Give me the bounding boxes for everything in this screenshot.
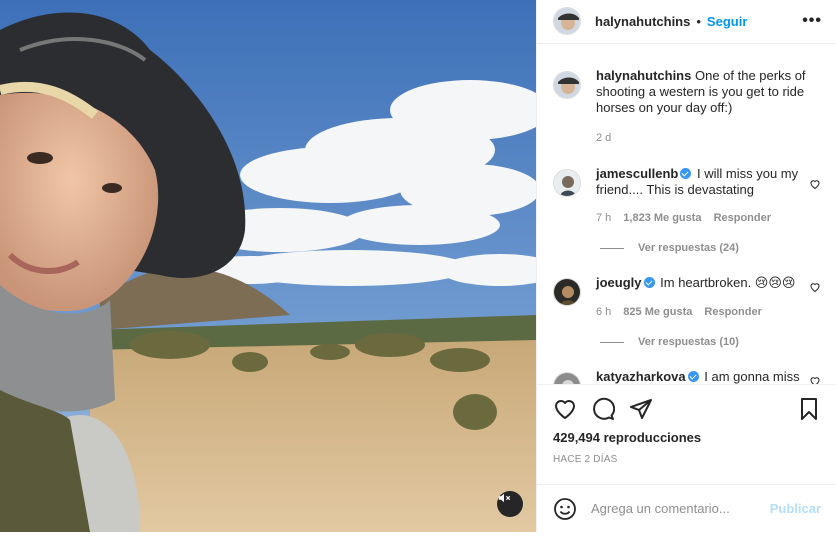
post-timestamp[interactable]: HACE 2 DÍAS [553, 454, 821, 465]
follow-button[interactable]: Seguir [707, 14, 747, 29]
view-replies-label: Ver respuestas (24) [638, 242, 739, 254]
share-paper-plane-icon[interactable] [629, 397, 653, 421]
comment-body: joeugly Im heartbroken. 😢😢😢 6 h 825 Me g… [596, 275, 806, 320]
view-replies-label: Ver respuestas (10) [638, 336, 739, 348]
replies-divider [600, 247, 624, 249]
comment-age[interactable]: 7 h [596, 210, 611, 226]
post-author-username[interactable]: halynahutchins [595, 14, 690, 29]
caption-age[interactable]: 2 d [596, 130, 611, 146]
separator-dot: • [696, 13, 701, 29]
avatar[interactable] [553, 7, 581, 35]
caption-body: halynahutchins One of the perks of shoot… [596, 68, 806, 146]
comment-body: jamescullenb I will miss you my friend..… [596, 166, 806, 226]
profile-photo-icon [554, 72, 580, 98]
emoji-smiley-icon[interactable] [553, 497, 577, 521]
instagram-post-window: halynahutchins • Seguir ••• halynahutchi… [0, 0, 836, 536]
post-sidebar: halynahutchins • Seguir ••• halynahutchi… [536, 0, 836, 532]
like-comment-heart-icon[interactable] [809, 178, 821, 190]
comment-item: katyazharkova I am gonna miss [553, 369, 821, 384]
comment-username[interactable]: jamescullenb [596, 166, 678, 181]
like-heart-icon[interactable] [553, 397, 577, 421]
verified-badge-icon [687, 371, 699, 382]
add-comment-bar: Publicar [537, 484, 836, 532]
reply-button[interactable]: Responder [704, 304, 761, 320]
comment-meta: 6 h 825 Me gusta Responder [596, 304, 806, 320]
comment-item: jamescullenb I will miss you my friend..… [553, 166, 821, 226]
comment-body: katyazharkova I am gonna miss [596, 369, 806, 384]
view-count[interactable]: 429,494 reproducciones [553, 430, 821, 445]
avatar[interactable] [553, 372, 581, 384]
publish-button[interactable]: Publicar [770, 501, 821, 516]
reply-button[interactable]: Responder [714, 210, 771, 226]
comment-likes[interactable]: 825 Me gusta [623, 304, 692, 320]
mute-button[interactable] [497, 491, 523, 517]
profile-photo-icon [554, 373, 580, 384]
caption-meta: 2 d [596, 130, 806, 146]
caption-username[interactable]: halynahutchins [596, 68, 691, 83]
comment-meta: 7 h 1,823 Me gusta Responder [596, 210, 806, 226]
comment-input[interactable] [591, 501, 770, 516]
save-bookmark-icon[interactable] [797, 397, 821, 421]
post-header: halynahutchins • Seguir ••• [537, 0, 836, 44]
view-replies-button[interactable]: Ver respuestas (24) [600, 242, 821, 254]
verified-badge-icon [643, 277, 655, 288]
like-comment-heart-icon[interactable] [809, 281, 821, 293]
comment-text: I am gonna miss [704, 369, 800, 384]
post-caption: halynahutchins One of the perks of shoot… [553, 68, 821, 146]
profile-photo-icon [554, 279, 580, 305]
profile-photo-icon [554, 8, 580, 34]
post-actions: 429,494 reproducciones HACE 2 DÍAS [537, 384, 836, 465]
replies-divider [600, 341, 624, 343]
comments-list[interactable]: halynahutchins One of the perks of shoot… [537, 48, 836, 384]
view-replies-button[interactable]: Ver respuestas (10) [600, 336, 821, 348]
like-comment-heart-icon[interactable] [809, 375, 821, 384]
comment-bubble-icon[interactable] [591, 397, 615, 421]
comment-text: Im heartbroken. 😢😢😢 [660, 275, 796, 290]
avatar[interactable] [553, 278, 581, 306]
comment-username[interactable]: joeugly [596, 275, 642, 290]
verified-badge-icon [680, 168, 692, 179]
avatar[interactable] [553, 71, 581, 99]
comment-likes[interactable]: 1,823 Me gusta [623, 210, 701, 226]
video-frame [0, 0, 536, 532]
comment-age[interactable]: 6 h [596, 304, 611, 320]
profile-photo-icon [554, 170, 580, 196]
more-options-icon[interactable]: ••• [802, 12, 822, 30]
comment-item: joeugly Im heartbroken. 😢😢😢 6 h 825 Me g… [553, 275, 821, 320]
volume-off-icon [498, 493, 511, 503]
comment-username[interactable]: katyazharkova [596, 369, 686, 384]
avatar[interactable] [553, 169, 581, 197]
action-icons [553, 385, 821, 433]
post-video[interactable] [0, 0, 536, 532]
